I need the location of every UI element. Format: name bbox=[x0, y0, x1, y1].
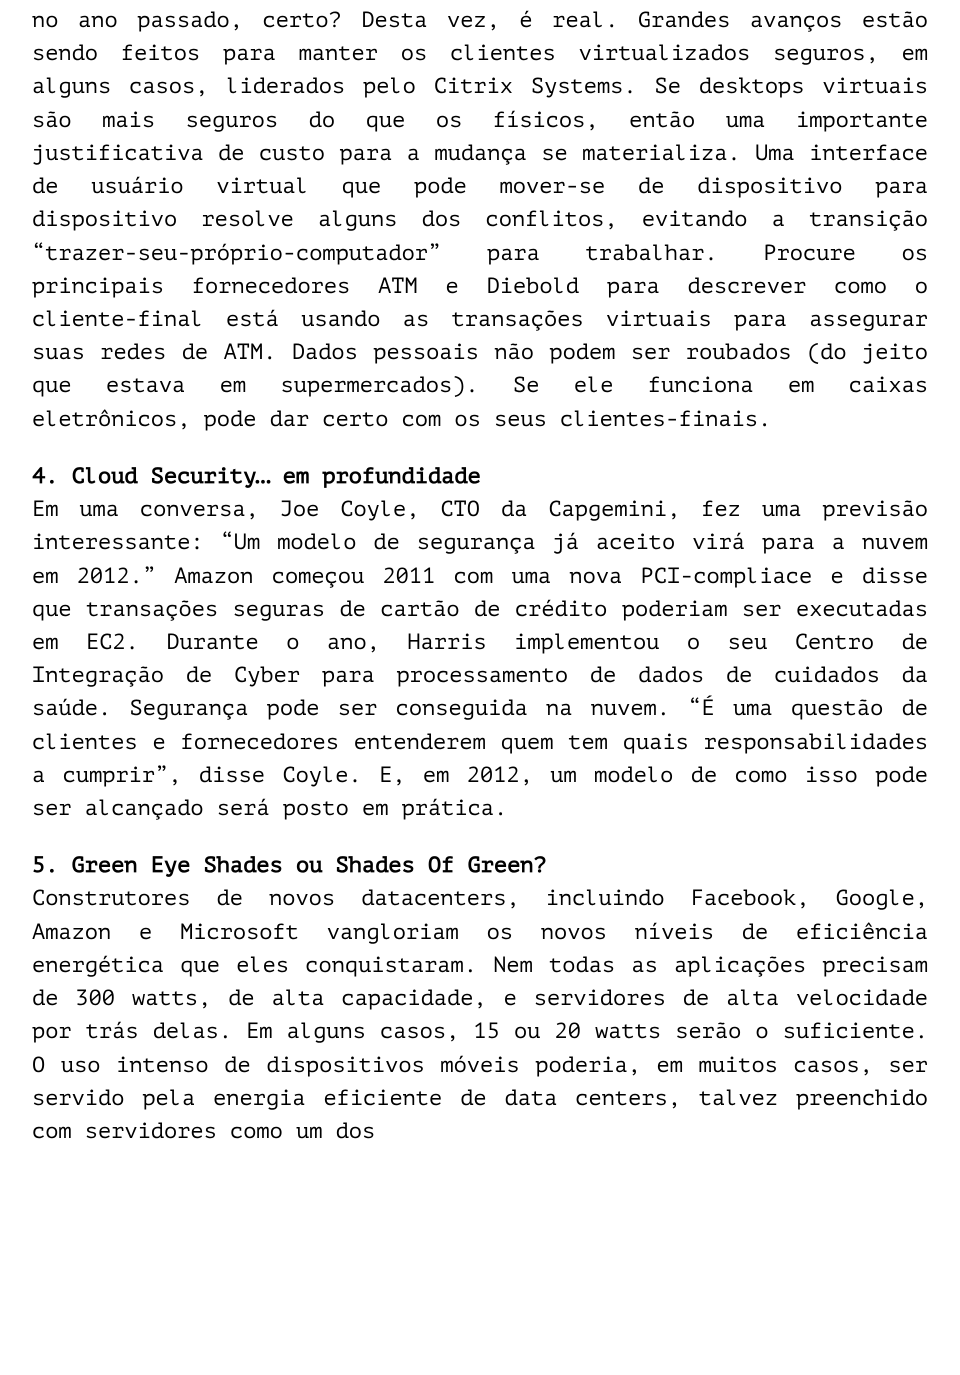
section-heading-5: 5. Green Eye Shades ou Shades Of Green? bbox=[32, 850, 928, 883]
body-paragraph-1: no ano passado, certo? Desta vez, é real… bbox=[32, 5, 928, 437]
body-paragraph-4: Em uma conversa, Joe Coyle, CTO da Capge… bbox=[32, 494, 928, 826]
section-heading-4: 4. Cloud Security… em profundidade bbox=[32, 461, 928, 494]
body-paragraph-5: Construtores de novos datacenters, inclu… bbox=[32, 883, 928, 1149]
